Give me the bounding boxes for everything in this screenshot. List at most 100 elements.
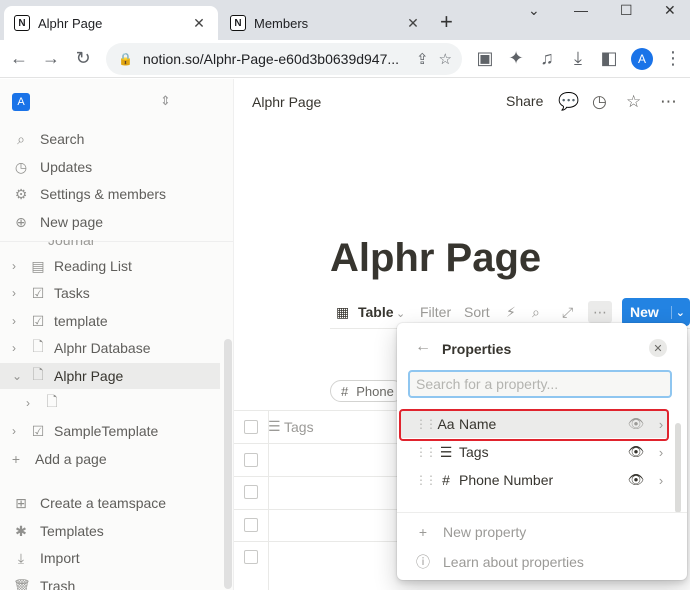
sidebar-divider bbox=[0, 241, 233, 242]
sidebar-item-tasks[interactable]: › ☑ Tasks bbox=[0, 280, 220, 306]
search-icon[interactable]: ⌕ bbox=[532, 304, 540, 321]
automation-lightning-icon[interactable]: ⚡ bbox=[506, 304, 516, 321]
chevron-right-icon[interactable]: › bbox=[12, 424, 22, 438]
chevron-right-icon[interactable]: › bbox=[12, 314, 22, 328]
filter-chip-phone[interactable]: # Phone bbox=[330, 380, 404, 402]
sidebar-item-reading-list[interactable]: › ▤ Reading List bbox=[0, 253, 220, 279]
drag-handle-icon[interactable]: ⋮⋮ bbox=[415, 473, 437, 487]
sidebar-item-create-teamspace[interactable]: ⊞ Create a teamspace bbox=[0, 490, 220, 516]
drag-handle-icon[interactable]: ⋮⋮ bbox=[415, 417, 437, 431]
download-icon[interactable]: ⤓ bbox=[567, 48, 589, 69]
maximize-button[interactable]: ☐ bbox=[620, 2, 633, 19]
row-checkbox[interactable] bbox=[244, 485, 258, 499]
share-button[interactable]: Share bbox=[506, 93, 543, 109]
more-options-icon[interactable]: ⋯ bbox=[588, 301, 612, 323]
property-row-name[interactable]: ⋮⋮ Aa Name 👁 › bbox=[401, 410, 669, 438]
media-controls-icon[interactable]: ♫ bbox=[536, 48, 558, 69]
column-header-tags[interactable]: Tags bbox=[284, 419, 314, 435]
sidebar-item-templates[interactable]: ✱ Templates bbox=[0, 518, 220, 544]
popover-scrollbar[interactable] bbox=[675, 423, 681, 513]
sidebar-item-untitled-subpage[interactable]: › 🗋 bbox=[0, 390, 220, 416]
help-icon: ⓘ bbox=[416, 554, 430, 570]
share-page-icon[interactable]: ⇪ bbox=[416, 50, 429, 68]
workspace-toggle-icon[interactable]: ⇕ bbox=[160, 93, 171, 109]
chevron-right-icon[interactable]: › bbox=[653, 417, 669, 432]
chevron-right-icon[interactable]: › bbox=[12, 286, 22, 300]
page-title[interactable]: Alphr Page bbox=[330, 236, 541, 281]
tab-members[interactable]: N Members ✕ bbox=[220, 6, 432, 40]
profile-avatar[interactable]: A bbox=[631, 48, 653, 70]
templates-icon: ✱ bbox=[15, 522, 27, 539]
sort-button[interactable]: Sort bbox=[464, 304, 490, 320]
chevron-down-icon[interactable]: ⌄ bbox=[670, 305, 685, 319]
more-options-icon[interactable]: ⋯ bbox=[660, 92, 677, 112]
eye-icon[interactable]: 👁 bbox=[627, 444, 645, 460]
chevron-right-icon[interactable]: › bbox=[12, 259, 22, 273]
chevron-right-icon[interactable]: › bbox=[12, 341, 22, 355]
sidebar-item-template[interactable]: › ☑ template bbox=[0, 308, 220, 334]
sidebar-item-settings[interactable]: ⚙ Settings & members bbox=[0, 181, 220, 207]
bookmark-star-icon[interactable]: ☆ bbox=[439, 50, 452, 68]
page-icon: 🗋 bbox=[32, 338, 44, 354]
browser-toolbar: ← → ↻ 🔒 notion.so/Alphr-Page-e60d3b0639d… bbox=[0, 40, 690, 78]
breadcrumb[interactable]: Alphr Page bbox=[252, 94, 321, 110]
sidebar-item-label: Alphr Database bbox=[54, 340, 151, 356]
tab-alphr-page[interactable]: N Alphr Page ✕ bbox=[4, 6, 218, 40]
add-page-button[interactable]: + Add a page bbox=[0, 446, 220, 472]
text-type-icon: Aa bbox=[437, 416, 455, 432]
sidebar-item-alphr-database[interactable]: › 🗋 Alphr Database bbox=[0, 335, 220, 361]
close-tab-icon[interactable]: ✕ bbox=[190, 15, 208, 32]
property-search-input[interactable] bbox=[408, 370, 672, 398]
sidebar-item-trash[interactable]: 🗑 Trash bbox=[0, 573, 220, 590]
eye-icon[interactable]: 👁 bbox=[627, 416, 645, 432]
back-arrow-icon[interactable]: ← bbox=[415, 338, 431, 356]
sidebar-item-new-page[interactable]: ⊕ New page bbox=[0, 209, 220, 235]
property-row-phone-number[interactable]: ⋮⋮ # Phone Number 👁 › bbox=[401, 466, 669, 494]
extensions-puzzle-icon[interactable]: ✦ bbox=[505, 48, 527, 69]
row-checkbox[interactable] bbox=[244, 550, 258, 564]
filter-button[interactable]: Filter bbox=[420, 304, 451, 320]
chevron-right-icon[interactable]: › bbox=[653, 445, 669, 460]
comments-icon[interactable]: 💬 bbox=[558, 92, 579, 112]
new-record-button[interactable]: New ⌄ bbox=[622, 298, 690, 326]
chevron-down-icon[interactable]: ⌄ bbox=[12, 369, 22, 383]
select-all-checkbox[interactable] bbox=[244, 420, 258, 434]
learn-properties-link[interactable]: ⓘ Learn about properties bbox=[415, 552, 584, 572]
workspace-switcher[interactable]: A bbox=[12, 93, 30, 111]
sidebar-item-updates[interactable]: ◷ Updates bbox=[0, 154, 220, 180]
close-icon[interactable]: ✕ bbox=[649, 339, 667, 357]
eye-icon[interactable]: 👁 bbox=[627, 472, 645, 488]
new-property-button[interactable]: + New property bbox=[415, 524, 526, 540]
chevron-right-icon[interactable]: › bbox=[653, 473, 669, 488]
tab-search-icon[interactable]: ⌄ bbox=[528, 2, 540, 19]
view-dropdown-chevron-icon[interactable]: ⌄ bbox=[396, 307, 405, 320]
chevron-right-icon[interactable]: › bbox=[26, 396, 36, 410]
close-window-button[interactable]: ✕ bbox=[664, 2, 676, 19]
address-bar[interactable]: 🔒 notion.so/Alphr-Page-e60d3b0639d947...… bbox=[106, 43, 462, 75]
sidebar-item-label: Add a page bbox=[35, 451, 107, 467]
menu-kebab-icon[interactable]: ⋮ bbox=[662, 48, 684, 69]
sidebar-item-sampletemplate[interactable]: › ☑ SampleTemplate bbox=[0, 418, 220, 444]
sidebar-scrollbar[interactable] bbox=[224, 339, 232, 589]
drag-handle-icon[interactable]: ⋮⋮ bbox=[415, 445, 437, 459]
property-row-tags[interactable]: ⋮⋮ ☰ Tags 👁 › bbox=[401, 438, 669, 466]
view-tab-table[interactable]: Table bbox=[358, 304, 394, 320]
minimize-button[interactable]: — bbox=[574, 2, 588, 18]
row-checkbox[interactable] bbox=[244, 453, 258, 467]
back-arrow-icon[interactable]: ← bbox=[8, 48, 30, 69]
sidebar-item-alphr-page[interactable]: ⌄ 🗋 Alphr Page bbox=[0, 363, 220, 389]
expand-arrows-icon[interactable]: ⤢ bbox=[562, 304, 573, 321]
close-tab-icon[interactable]: ✕ bbox=[404, 15, 422, 32]
row-checkbox[interactable] bbox=[244, 518, 258, 532]
table-view-icon: ▦ bbox=[336, 304, 350, 320]
sidebar-item-import[interactable]: ⤓ Import bbox=[0, 545, 220, 571]
sidebar-item-search[interactable]: ⌕ Search bbox=[0, 126, 220, 152]
screenshot-icon[interactable]: ▣ bbox=[474, 48, 496, 69]
popover-divider bbox=[397, 512, 687, 513]
favorite-star-icon[interactable]: ☆ bbox=[626, 92, 641, 112]
forward-arrow-icon[interactable]: → bbox=[40, 48, 62, 69]
history-clock-icon[interactable]: ◷ bbox=[592, 92, 607, 112]
reload-icon[interactable]: ↻ bbox=[72, 48, 94, 69]
new-tab-button[interactable]: + bbox=[440, 9, 453, 35]
side-panel-icon[interactable]: ◧ bbox=[598, 48, 620, 69]
